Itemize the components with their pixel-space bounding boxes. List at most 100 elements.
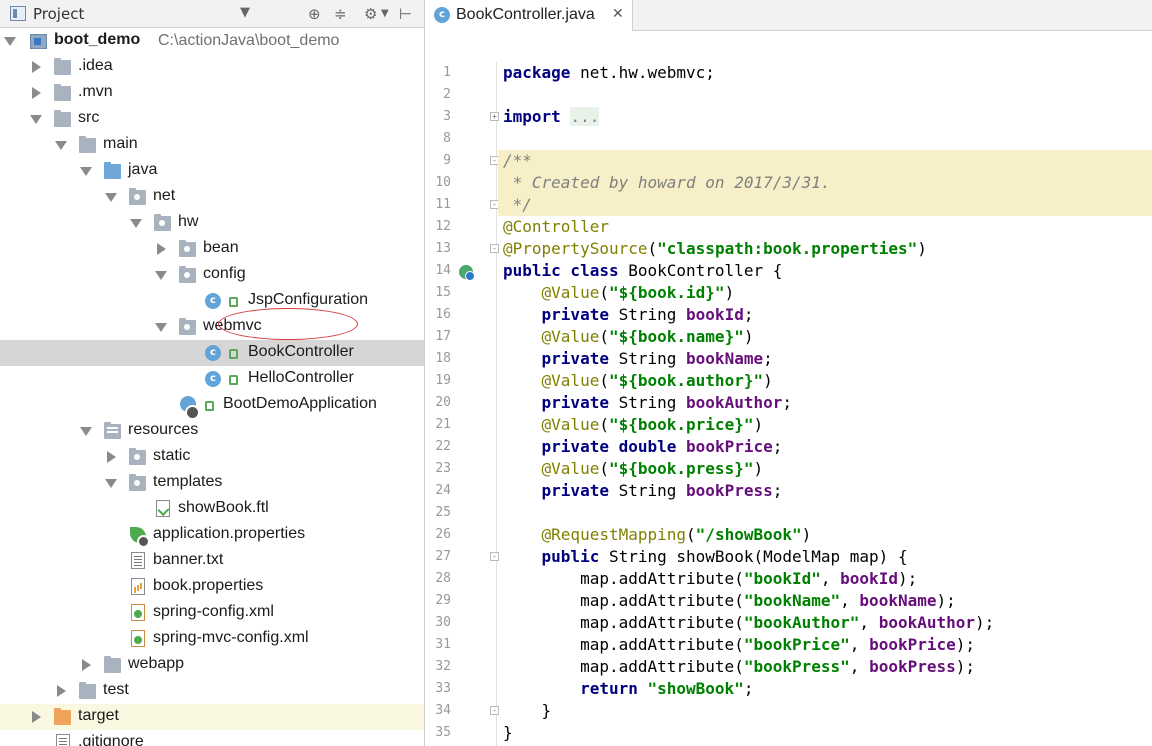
tree-node-hw[interactable]: hw xyxy=(0,210,424,236)
tree-node-label: .mvn xyxy=(78,83,113,100)
tree-node-mvn[interactable]: .mvn xyxy=(0,80,424,106)
collapse-arrow-icon[interactable] xyxy=(57,685,66,697)
line-number: 13 xyxy=(435,241,451,256)
tree-node-book-properties[interactable]: book.properties xyxy=(0,574,424,600)
tree-node-idea[interactable]: .idea xyxy=(0,54,424,80)
tree-node-jspconfiguration[interactable]: c JspConfiguration xyxy=(0,288,424,314)
locate-icon[interactable]: ⊕ xyxy=(308,4,321,24)
expand-arrow-icon[interactable] xyxy=(105,479,117,488)
code-line: @PropertySource("classpath:book.properti… xyxy=(498,238,1152,260)
field-name: bookId xyxy=(686,305,744,324)
expand-arrow-icon[interactable] xyxy=(80,427,92,436)
field-name: bookId xyxy=(840,569,898,588)
expand-arrow-icon[interactable] xyxy=(155,323,167,332)
line-number: 3 xyxy=(443,109,451,124)
tree-node-main[interactable]: main xyxy=(0,132,424,158)
code-text: map.addAttribute( xyxy=(580,591,744,610)
expand-arrow-icon[interactable] xyxy=(4,37,16,46)
tab-bookcontroller[interactable]: c BookController.java ✕ xyxy=(425,0,633,31)
tree-node-hellocontroller[interactable]: c HelloController xyxy=(0,366,424,392)
spring-config-icon xyxy=(130,527,150,548)
triangle-down-icon[interactable]: ▼ xyxy=(240,5,250,20)
expand-arrow-icon[interactable] xyxy=(80,167,92,176)
expand-arrow-icon[interactable] xyxy=(30,115,42,124)
tree-node-showbook-ftl[interactable]: showBook.ftl xyxy=(0,496,424,522)
code-area[interactable]: package net.hw.webmvc; import ... /** * … xyxy=(498,62,1152,746)
tree-node-static[interactable]: static xyxy=(0,444,424,470)
code-line: @Value("${book.id}") xyxy=(541,283,735,302)
tree-node-spring-config-xml[interactable]: spring-config.xml xyxy=(0,600,424,626)
string-literal: "bookId" xyxy=(743,569,821,588)
line-number: 21 xyxy=(435,417,451,432)
collapse-arrow-icon[interactable] xyxy=(157,243,166,255)
field-name: bookAuthor xyxy=(686,393,783,412)
collapse-arrow-icon[interactable] xyxy=(32,711,41,723)
code-line: map.addAttribute("bookPrice", bookPrice)… xyxy=(580,635,976,654)
close-icon[interactable]: ✕ xyxy=(612,6,624,22)
line-number-gutter[interactable]: 1 2 3 8 9 10 11 12 13 14 15 16 17 18 19 … xyxy=(425,62,499,746)
tree-node-target[interactable]: target xyxy=(0,704,424,730)
spring-bean-gutter-icon[interactable] xyxy=(459,265,475,281)
project-view-title[interactable]: Project xyxy=(33,5,84,23)
collapse-arrow-icon[interactable] xyxy=(82,659,91,671)
expand-arrow-icon[interactable] xyxy=(105,193,117,202)
tree-node-label: main xyxy=(103,135,138,152)
line-number: 16 xyxy=(435,307,451,322)
tree-node-label: webapp xyxy=(128,655,185,672)
string-literal: "${book.author}" xyxy=(608,371,764,390)
tree-node-application-properties[interactable]: application.properties xyxy=(0,522,424,548)
tree-node-spring-mvc-config-xml[interactable]: spring-mvc-config.xml xyxy=(0,626,424,652)
line-number: 19 xyxy=(435,373,451,388)
module-icon xyxy=(30,34,47,49)
tree-node-src[interactable]: src xyxy=(0,106,424,132)
expand-arrow-icon[interactable] xyxy=(55,141,67,150)
string-literal: "showBook" xyxy=(637,679,744,698)
gear-dropdown-icon[interactable]: ▼ xyxy=(381,4,389,24)
tree-node-label: static xyxy=(153,447,191,464)
module-path: C:\actionJava\boot_demo xyxy=(158,32,340,49)
keyword: double xyxy=(618,437,677,456)
excluded-folder-icon xyxy=(54,708,71,725)
keyword: private xyxy=(541,349,609,368)
tree-node-resources[interactable]: resources xyxy=(0,418,424,444)
tree-node-bookcontroller[interactable]: c BookController xyxy=(0,340,424,366)
line-number: 15 xyxy=(435,285,451,300)
tree-node-webmvc[interactable]: webmvc xyxy=(0,314,424,340)
red-circle-annotation xyxy=(218,308,358,340)
tree-node-bean[interactable]: bean xyxy=(0,236,424,262)
folder-icon xyxy=(54,110,71,127)
collapse-arrow-icon[interactable] xyxy=(32,87,41,99)
tree-node-webapp[interactable]: webapp xyxy=(0,652,424,678)
tree-node-templates[interactable]: templates xyxy=(0,470,424,496)
expand-arrow-icon[interactable] xyxy=(155,271,167,280)
tree-node-bootdemoapplication[interactable]: BootDemoApplication xyxy=(0,392,424,420)
field-name: bookPress xyxy=(686,481,773,500)
tree-node-label: boot_demo xyxy=(54,31,141,48)
folder-icon xyxy=(129,474,146,491)
tree-node-gitignore[interactable]: .gitignore xyxy=(0,730,424,746)
annotation: @Value xyxy=(541,371,600,390)
tree-node-java[interactable]: java xyxy=(0,158,424,184)
annotation: @Value xyxy=(541,459,600,478)
field-name: bookName xyxy=(686,349,764,368)
tree-node-label: .idea xyxy=(78,57,113,74)
tree-node-test[interactable]: test xyxy=(0,678,424,704)
collapse-arrow-icon[interactable] xyxy=(32,61,41,73)
tree-node-net[interactable]: net xyxy=(0,184,424,210)
keyword: private xyxy=(541,437,609,456)
annotation: @Value xyxy=(541,327,600,346)
collapse-arrow-icon[interactable] xyxy=(107,451,116,463)
lock-icon xyxy=(205,401,214,411)
gear-icon[interactable]: ⚙ xyxy=(364,4,377,24)
tree-node-label: src xyxy=(78,109,100,126)
code-text: ) xyxy=(917,239,927,258)
collapse-icon[interactable]: ≑ xyxy=(334,4,347,24)
tree-node-banner-txt[interactable]: banner.txt xyxy=(0,548,424,574)
code-text: map.addAttribute( xyxy=(580,635,744,654)
tree-node-config[interactable]: config xyxy=(0,262,424,288)
folded-imports[interactable]: ... xyxy=(570,107,600,126)
expand-arrow-icon[interactable] xyxy=(130,219,142,228)
tree-node-boot-demo[interactable]: boot_demo C:\actionJava\boot_demo xyxy=(0,28,424,54)
hide-icon[interactable]: ⊢ xyxy=(399,4,412,24)
